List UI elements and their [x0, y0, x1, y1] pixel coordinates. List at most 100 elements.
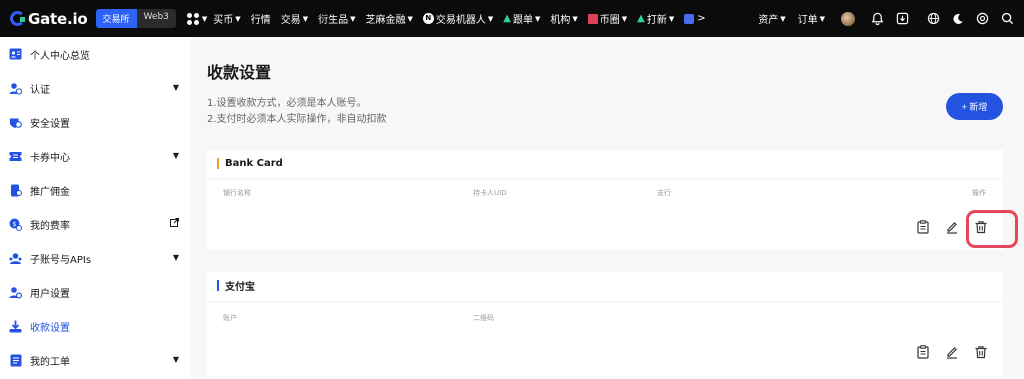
alipay-section: 支付宝 账户 二维码: [207, 272, 1003, 376]
payment-download-icon: [9, 320, 22, 333]
nav-derivatives[interactable]: 衍生品 ▼: [318, 11, 356, 27]
sidebar-item-verification[interactable]: 认证 ▼: [0, 71, 191, 105]
nav-markets[interactable]: 行情: [251, 11, 271, 26]
bank-card-section: Bank Card 银行名称 持卡人UID 支行 操作: [207, 150, 1003, 250]
section-accent-bar: [217, 158, 219, 169]
column-header-branch: 支行: [657, 189, 671, 197]
chevron-down-icon: ▼: [172, 253, 179, 262]
chevron-down-icon: ▼: [487, 14, 494, 23]
sidebar-item-security[interactable]: 安全设置: [0, 105, 191, 139]
bot-n-icon: N: [422, 13, 434, 24]
exchange-mode-button[interactable]: 交易所: [95, 9, 137, 28]
external-link-icon: [170, 218, 179, 229]
nav-label: 打新: [646, 15, 667, 26]
alipay-title: 支付宝: [225, 282, 255, 293]
nav-copy-trading[interactable]: ▲ 跟单 ▼: [503, 11, 540, 26]
chevron-down-icon: ▼: [172, 151, 179, 160]
delete-trash-icon[interactable]: [974, 345, 988, 359]
gateio-logo-mark-icon: [10, 11, 25, 26]
flame-icon: ▲: [637, 13, 645, 24]
nav-more[interactable]: >: [684, 13, 706, 24]
more-arrow: >: [697, 13, 706, 24]
page-title: 收款设置: [207, 63, 272, 82]
apps-menu-icon[interactable]: ▼: [186, 12, 207, 26]
nav-label: 交易机器人: [435, 15, 486, 26]
assets-menu[interactable]: 资产 ▼: [758, 11, 786, 27]
edit-pencil-icon[interactable]: [945, 220, 959, 234]
referral-icon: [9, 184, 22, 197]
add-payment-method-button[interactable]: + 新增: [946, 93, 1003, 120]
chevron-down-icon: ▼: [819, 14, 825, 23]
top-navigation-bar: Gate.io 交易所 Web3 ▼ 买币 ▼ 行情 交易 ▼ 衍生品 ▼ 芝麻金融 ▼…: [0, 0, 1024, 37]
column-header-bank-name: 银行名称: [223, 189, 251, 197]
chevron-down-icon: ▼: [668, 14, 675, 23]
clipboard-icon[interactable]: [916, 345, 930, 359]
flame-icon: ▲: [503, 13, 511, 24]
delete-highlight-annotation: [966, 210, 1018, 248]
orders-menu[interactable]: 订单 ▼: [798, 11, 825, 27]
nav-label: 行情: [250, 15, 271, 26]
chevron-down-icon: ▼: [534, 14, 541, 23]
search-icon[interactable]: [1001, 12, 1014, 25]
chevron-down-icon: ▼: [780, 14, 786, 23]
sidebar-item-fees[interactable]: $ 我的费率: [0, 207, 191, 241]
settings-circle-icon[interactable]: [976, 12, 989, 25]
sub-account-icon: [9, 252, 22, 265]
chevron-down-icon: ▼: [350, 14, 356, 23]
divider: [207, 301, 1003, 303]
sidebar-item-referral[interactable]: 推广佣金: [0, 173, 191, 207]
sidebar-item-subaccounts-apis[interactable]: 子账号与APIs ▼: [0, 241, 191, 275]
avatar[interactable]: [841, 11, 855, 26]
column-header-account: 账户: [223, 314, 237, 322]
clipboard-icon[interactable]: [916, 220, 930, 234]
nav-label: 买币: [213, 15, 234, 26]
nav-moments[interactable]: 币圈 ▼: [587, 11, 628, 26]
fee-icon: $: [9, 218, 22, 231]
main-nav: 买币 ▼ 行情 交易 ▼ 衍生品 ▼ 芝麻金融 ▼ N 交易机器人 ▼ ▲ 跟单 ▼ 机构 ▼ 币…: [213, 11, 715, 26]
chevron-down-icon: ▼: [302, 14, 309, 23]
nav-launchpad[interactable]: ▲ 打新 ▼: [637, 11, 674, 26]
sidebar: 个人中心总览 认证 ▼ 安全设置 卡券中心 ▼ 推广佣金 $ 我的费率 子账号与…: [0, 37, 191, 379]
sidebar-item-label: 我的费率: [30, 220, 70, 232]
logo-text: Gate.io: [28, 9, 88, 28]
nav-label: 机构: [550, 15, 571, 26]
nav-institutional[interactable]: 机构 ▼: [550, 11, 578, 27]
sidebar-item-payment-settings[interactable]: 收款设置: [0, 309, 191, 343]
column-header-holder-uid: 持卡人UID: [473, 189, 507, 197]
main-content: 收款设置 1.设置收款方式，必须是本人账号。 2.支付时必须本人实际操作，非自动…: [191, 37, 1024, 379]
sidebar-item-label: 收款设置: [30, 322, 70, 334]
gateio-logo[interactable]: Gate.io: [10, 10, 88, 28]
chevron-down-icon: ▼: [407, 14, 413, 23]
verify-user-icon: [9, 82, 22, 95]
sidebar-item-user-settings[interactable]: 用户设置: [0, 275, 191, 309]
edit-pencil-icon[interactable]: [945, 345, 959, 359]
chevron-down-icon: ▼: [621, 14, 628, 23]
user-settings-icon: [9, 286, 22, 299]
bank-card-title: Bank Card: [225, 158, 283, 169]
chevron-down-icon: ▼: [172, 83, 179, 92]
column-header-qr-code: 二维码: [473, 314, 494, 322]
platform-switch: 交易所 Web3: [95, 9, 176, 28]
nav-buy-crypto[interactable]: 买币 ▼: [213, 11, 240, 27]
chevron-down-icon: ▼: [572, 14, 578, 23]
alipay-header: 支付宝: [207, 272, 1003, 299]
sidebar-item-label: 推广佣金: [30, 186, 70, 198]
nav-finance[interactable]: 芝麻金融 ▼: [365, 11, 413, 27]
nav-trade[interactable]: 交易 ▼: [281, 11, 309, 27]
download-icon[interactable]: [896, 12, 909, 25]
sidebar-item-tickets[interactable]: 我的工单 ▼: [0, 343, 191, 377]
topbar-right: 资产 ▼ 订单 ▼: [746, 0, 1014, 37]
nav-label: 跟单: [512, 15, 533, 26]
sidebar-item-coupons[interactable]: 卡券中心 ▼: [0, 139, 191, 173]
globe-icon[interactable]: [927, 12, 940, 25]
web3-mode-button[interactable]: Web3: [136, 9, 176, 28]
sidebar-item-overview[interactable]: 个人中心总览: [0, 37, 191, 71]
shield-icon: [9, 116, 22, 129]
bell-icon[interactable]: [871, 12, 884, 25]
bank-card-header: Bank Card: [207, 150, 1003, 177]
column-header-actions: 操作: [972, 189, 986, 197]
sidebar-item-label: 安全设置: [30, 118, 70, 130]
profile-card-icon: [9, 48, 22, 61]
nav-trading-bot[interactable]: N 交易机器人 ▼: [422, 11, 494, 26]
moon-icon[interactable]: [952, 13, 964, 25]
